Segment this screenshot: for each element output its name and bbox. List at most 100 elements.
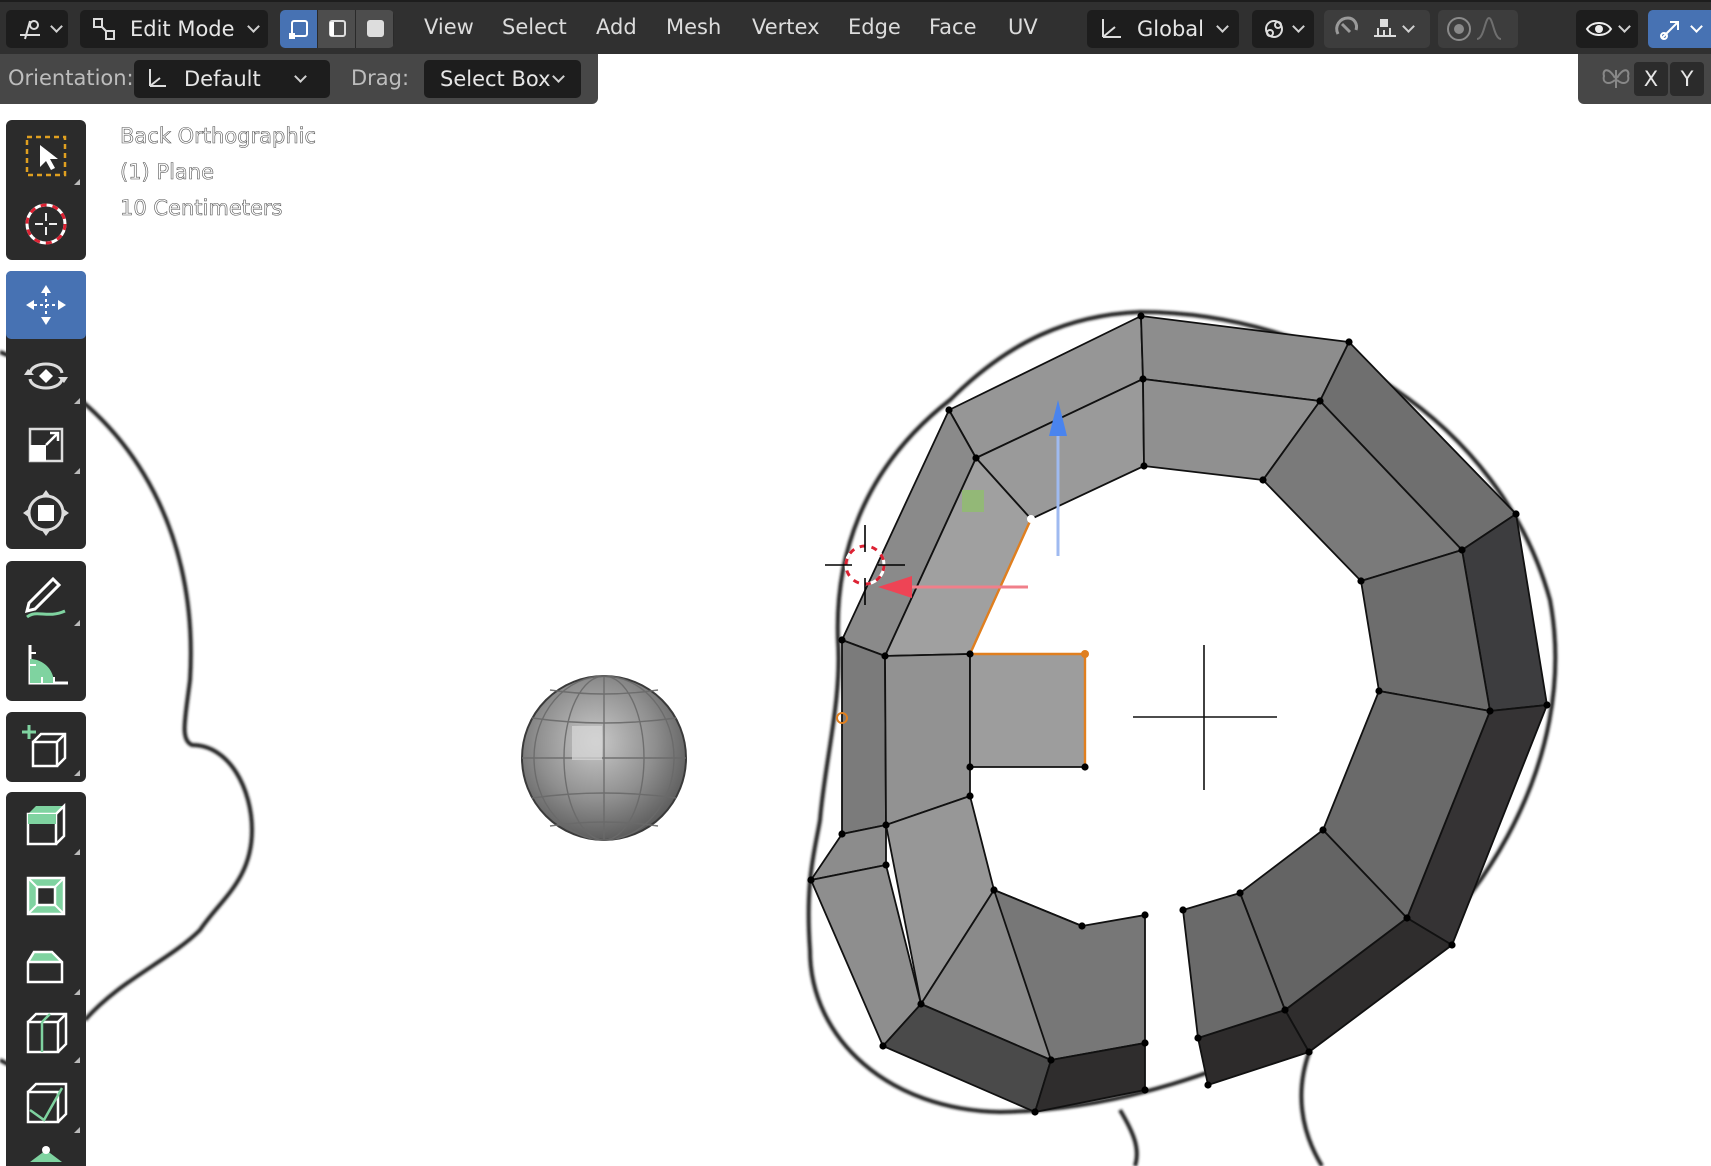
snap-group	[1324, 10, 1430, 48]
snap-increment-icon[interactable]	[1370, 14, 1400, 44]
add-cube-icon	[22, 725, 67, 768]
face-select-icon	[366, 20, 384, 37]
mirror-butterfly-icon	[1602, 69, 1630, 88]
tool-extrude-region[interactable]	[6, 792, 86, 860]
tool-poly-build[interactable]	[6, 1140, 86, 1166]
mode-dropdown[interactable]: Edit Mode	[80, 10, 268, 48]
tool-add-cube[interactable]	[6, 713, 86, 781]
inset-faces-icon	[26, 876, 66, 916]
select-box-icon	[25, 135, 67, 177]
toolbar-select-group	[6, 120, 86, 260]
toolbar-transform-group	[6, 271, 86, 549]
edit-mode-icon	[93, 18, 115, 40]
menu-face[interactable]: Face	[929, 15, 977, 39]
object-name-label: (1) Plane	[120, 160, 215, 185]
drag-setting-value: Select Box	[440, 67, 551, 91]
snap-magnet-icon[interactable]	[1330, 12, 1364, 46]
edge-select-button[interactable]	[318, 10, 356, 48]
tool-inset-faces[interactable]	[6, 862, 86, 930]
tool-move[interactable]	[6, 271, 86, 339]
chevron-down-icon	[1292, 20, 1305, 33]
gizmo-toggle-button[interactable]	[1648, 10, 1711, 48]
proportional-edit-icon[interactable]	[1444, 14, 1474, 44]
menu-add[interactable]: Add	[596, 15, 637, 39]
poly-build-icon	[30, 1146, 62, 1162]
uv-sphere-object[interactable]	[521, 675, 687, 841]
grid-scale-label: 10 Centimeters	[120, 196, 283, 221]
chevron-down-icon	[552, 70, 565, 83]
gizmo-icon	[1660, 21, 1679, 40]
tool-loop-cut[interactable]	[6, 1000, 86, 1068]
tool-cursor[interactable]	[6, 190, 86, 258]
view-name-label: Back Orthographic	[120, 124, 317, 149]
extrude-region-icon	[26, 802, 66, 846]
loop-cut-icon	[26, 1012, 68, 1054]
active-vertex	[1027, 515, 1035, 523]
object-mode-icon	[20, 20, 40, 40]
scale-icon	[28, 427, 64, 463]
drag-setting-dropdown[interactable]: Select Box	[424, 60, 581, 98]
move-icon	[26, 285, 66, 325]
chevron-down-icon	[294, 70, 307, 83]
toolbar-add-group	[6, 712, 86, 782]
drag-setting-label: Drag:	[351, 66, 410, 90]
object-origin	[1133, 645, 1277, 790]
annotate-pencil-icon	[24, 576, 66, 619]
mirror-x-toggle[interactable]: X	[1634, 62, 1668, 96]
mode-label: Edit Mode	[130, 17, 235, 41]
edge-select-icon	[328, 20, 346, 37]
chevron-down-icon	[1402, 20, 1415, 33]
chevron-down-icon	[1618, 20, 1631, 33]
viewport-header: Edit Mode View Select Add Mesh Vertex Ed…	[0, 0, 1711, 54]
menu-view[interactable]: View	[424, 15, 474, 39]
tool-measure[interactable]	[6, 631, 86, 699]
visibility-dropdown[interactable]	[1576, 10, 1638, 48]
tool-knife[interactable]	[6, 1070, 86, 1138]
proportional-edit-group	[1438, 10, 1518, 48]
menu-uv[interactable]: UV	[1008, 15, 1038, 39]
bevel-icon	[26, 950, 64, 984]
face-center-dot	[962, 490, 984, 512]
menu-select[interactable]: Select	[502, 15, 567, 39]
knife-icon	[26, 1082, 68, 1124]
menu-mesh[interactable]: Mesh	[666, 15, 721, 39]
transform-orientation-dropdown[interactable]: Global	[1087, 10, 1239, 48]
tool-scale[interactable]	[6, 411, 86, 479]
select-mode-buttons	[280, 10, 394, 48]
toolbar-mesh-tools-group	[6, 792, 86, 1166]
chevron-down-icon	[1690, 20, 1703, 33]
transform-icon	[23, 490, 69, 536]
tool-transform[interactable]	[6, 479, 86, 547]
orientation-setting-label: Orientation:	[8, 66, 134, 90]
orientation-axes-icon	[149, 69, 166, 87]
measure-ruler-icon	[28, 645, 68, 685]
chevron-down-icon	[1216, 20, 1229, 33]
chevron-down-icon	[246, 20, 260, 33]
cursor-icon	[25, 203, 67, 245]
falloff-curve-icon[interactable]	[1474, 14, 1504, 44]
tool-annotate[interactable]	[6, 563, 86, 631]
face-select-button[interactable]	[356, 10, 394, 48]
rotate-icon	[24, 362, 68, 390]
orientation-label: Global	[1137, 17, 1204, 41]
tool-rotate[interactable]	[6, 341, 86, 409]
orientation-setting-dropdown[interactable]: Default	[134, 60, 330, 98]
vertex-select-icon	[288, 20, 308, 39]
vertex-select-button[interactable]	[280, 10, 318, 48]
3d-viewport[interactable]	[0, 0, 1711, 1166]
tool-bevel[interactable]	[6, 932, 86, 1000]
editor-type-button[interactable]	[6, 10, 68, 48]
orientation-setting-value: Default	[184, 67, 261, 91]
orientation-axes-icon	[1102, 19, 1121, 38]
toolbar-annotate-group	[6, 561, 86, 701]
c-shaped-mesh[interactable]	[810, 315, 1548, 1113]
mirror-y-toggle[interactable]: Y	[1670, 62, 1704, 96]
pivot-point-dropdown[interactable]	[1252, 10, 1314, 48]
menu-edge[interactable]: Edge	[848, 15, 901, 39]
menu-vertex[interactable]: Vertex	[752, 15, 820, 39]
eye-icon	[1585, 22, 1613, 36]
tool-settings-bar: Orientation: Default Drag: Select Box	[0, 54, 598, 104]
selected-vertex	[1081, 650, 1089, 658]
pivot-icon	[1265, 20, 1283, 38]
tool-select-box[interactable]	[6, 122, 86, 190]
